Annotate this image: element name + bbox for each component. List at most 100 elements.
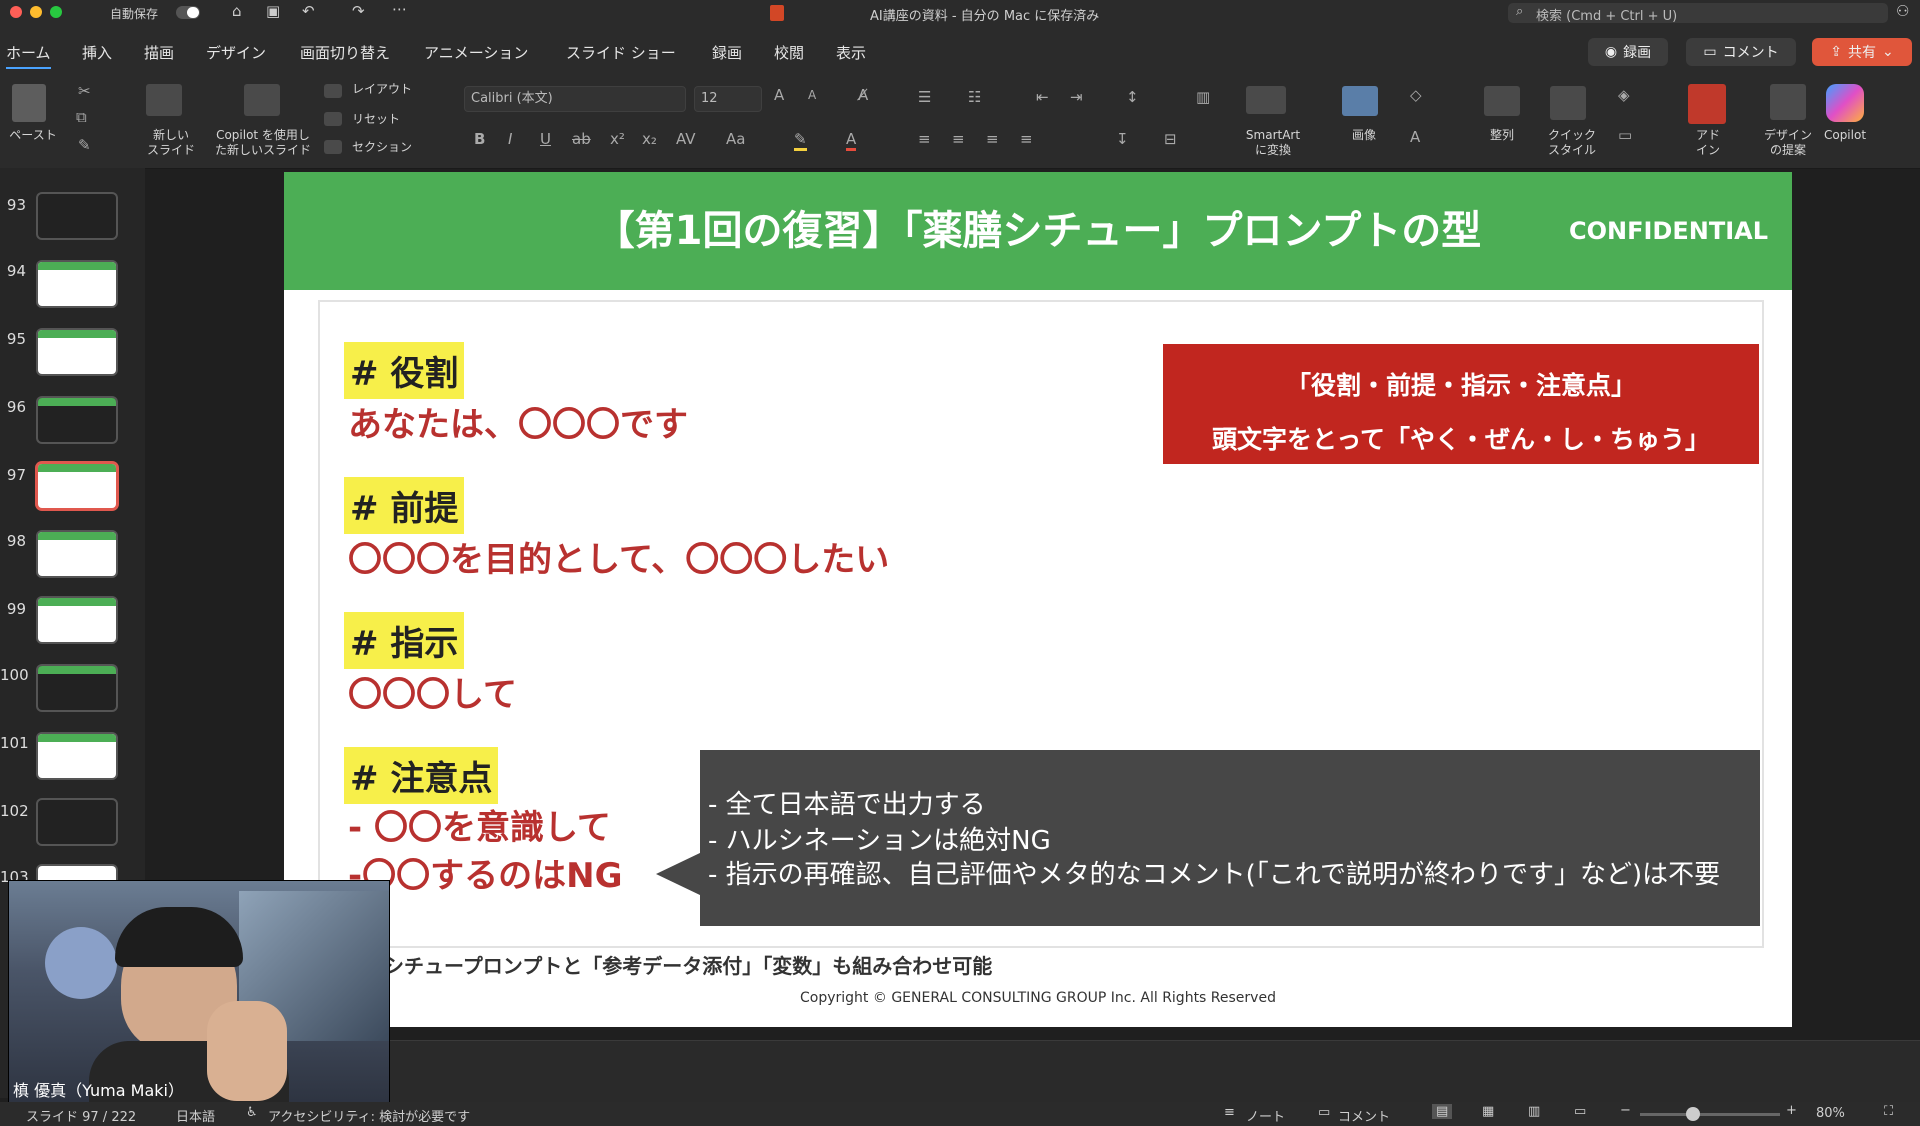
italic-icon[interactable]: I	[508, 130, 512, 148]
slide-thumbnail[interactable]	[38, 532, 116, 576]
char-spacing-icon[interactable]: AV	[676, 130, 696, 148]
increase-font-icon[interactable]: A	[774, 86, 784, 104]
bold-icon[interactable]: B	[474, 130, 485, 148]
arrange-button[interactable]: 整列	[1482, 128, 1522, 143]
slide-thumbnail[interactable]	[38, 194, 116, 238]
paste-button[interactable]: ペースト	[4, 128, 62, 143]
more-icon[interactable]: ⋯	[392, 0, 407, 18]
slide-thumbnail[interactable]	[38, 330, 116, 374]
document-title[interactable]: AI講座の資料 - 自分の Mac に保存済み	[870, 5, 1099, 24]
role-heading[interactable]: # 役割	[344, 342, 465, 399]
new-slide-button[interactable]: 新しい スライド	[138, 128, 204, 158]
record-button[interactable]: ◉ 録画	[1588, 38, 1668, 66]
slide-title[interactable]: 【第1回の復習】「薬膳シチュー」プロンプトの型	[284, 172, 1792, 290]
close-window-button[interactable]	[10, 6, 22, 18]
tab-draw[interactable]: 描画	[144, 42, 174, 63]
quick-style-button[interactable]: クイック スタイル	[1542, 128, 1602, 158]
format-painter-icon[interactable]: ✎	[78, 136, 91, 154]
columns-icon[interactable]: ▥	[1196, 88, 1210, 106]
save-icon[interactable]: ▣	[266, 2, 280, 20]
slide-thumbnail[interactable]	[38, 666, 116, 710]
fit-to-window-icon[interactable]: ⛶	[1884, 1104, 1893, 1119]
align-text-icon[interactable]: ⊟	[1164, 130, 1177, 148]
accessibility-status[interactable]: アクセシビリティ: 検討が必要です	[268, 1106, 470, 1125]
share-button[interactable]: ⇪ 共有 ⌄	[1812, 38, 1912, 66]
reset-button[interactable]: リセット	[352, 112, 400, 127]
instruction-heading[interactable]: # 指示	[344, 612, 465, 669]
smartart-button[interactable]: SmartArt に変換	[1236, 128, 1310, 158]
autosave-toggle[interactable]	[176, 6, 200, 19]
shapes-icon[interactable]: ◇	[1410, 86, 1422, 104]
subscript-icon[interactable]: x₂	[642, 130, 657, 148]
slide-thumbnail[interactable]	[38, 598, 116, 642]
comments-button[interactable]: コメント	[1338, 1106, 1390, 1125]
layout-button[interactable]: レイアウト	[352, 82, 412, 97]
slide-thumbnail[interactable]	[38, 398, 116, 442]
slide-canvas[interactable]: 【第1回の復習】「薬膳シチュー」プロンプトの型 CONFIDENTIAL # 役…	[284, 172, 1792, 1027]
copilot-slide-icon[interactable]	[244, 84, 280, 116]
section-button[interactable]: セクション	[352, 140, 412, 155]
zoom-in-icon[interactable]: +	[1786, 1103, 1797, 1118]
search-box[interactable]: ⌕ 検索 (Cmd + Ctrl + U)	[1508, 3, 1888, 24]
increase-indent-icon[interactable]: ⇥	[1070, 88, 1083, 106]
textbox-icon[interactable]: A	[1410, 128, 1420, 146]
tab-view[interactable]: 表示	[836, 42, 866, 63]
account-icon[interactable]: ⚇	[1896, 2, 1909, 20]
slide-thumbnail[interactable]	[38, 262, 116, 306]
premise-heading[interactable]: # 前提	[344, 477, 465, 534]
cut-icon[interactable]: ✂	[78, 82, 91, 100]
notes-button[interactable]: ノート	[1246, 1106, 1285, 1125]
slide-thumbnail[interactable]	[38, 734, 116, 778]
slide-sorter-icon[interactable]: ▦	[1482, 1104, 1494, 1119]
role-text[interactable]: あなたは、〇〇〇です	[348, 397, 688, 446]
copy-icon[interactable]: ⧉	[76, 108, 87, 126]
reading-view-icon[interactable]: ▥	[1528, 1104, 1540, 1119]
redo-icon[interactable]: ↷	[352, 2, 365, 20]
font-name-select[interactable]: Calibri (本文)	[464, 86, 686, 112]
line-spacing-icon[interactable]: ↕	[1126, 88, 1139, 106]
tab-review[interactable]: 校閲	[774, 42, 804, 63]
premise-text[interactable]: 〇〇〇を目的として、〇〇〇したい	[348, 532, 889, 581]
notes-pane[interactable]	[145, 1040, 1920, 1103]
zoom-out-icon[interactable]: −	[1620, 1103, 1631, 1118]
slide-thumbnail[interactable]	[38, 800, 116, 844]
tab-record[interactable]: 録画	[712, 42, 742, 63]
search-input[interactable]: 検索 (Cmd + Ctrl + U)	[1536, 5, 1677, 24]
decrease-font-icon[interactable]: A	[808, 88, 816, 102]
zoom-slider-thumb[interactable]	[1686, 1107, 1700, 1121]
minimize-window-button[interactable]	[30, 6, 42, 18]
font-color-icon[interactable]: A	[846, 130, 857, 151]
text-direction-icon[interactable]: ↧	[1116, 130, 1129, 148]
shape-fill-icon[interactable]: ◈	[1618, 86, 1630, 104]
bullets-icon[interactable]: ☰	[918, 88, 931, 106]
paste-icon[interactable]	[12, 84, 46, 122]
acronym-callout[interactable]: 「役割・前提・指示・注意点」 頭文字をとって「やく・ぜん・し・ちゅう」	[1163, 344, 1759, 464]
slide-footnote[interactable]: シチュープロンプトと「参考データ添付」「変数」も組み合わせ可能	[384, 950, 992, 979]
highlight-icon[interactable]: ✎	[794, 130, 807, 151]
superscript-icon[interactable]: x²	[610, 130, 625, 148]
decrease-indent-icon[interactable]: ⇤	[1036, 88, 1049, 106]
addins-button[interactable]: アド イン	[1688, 128, 1728, 158]
slideshow-icon[interactable]: ▭	[1574, 1104, 1586, 1119]
underline-icon[interactable]: U	[540, 130, 551, 148]
home-icon[interactable]: ⌂	[232, 2, 242, 20]
align-left-icon[interactable]: ≡	[918, 130, 931, 148]
justify-icon[interactable]: ≡	[1020, 130, 1033, 148]
tab-animations[interactable]: アニメーション	[424, 42, 528, 63]
align-right-icon[interactable]: ≡	[986, 130, 999, 148]
tab-insert[interactable]: 挿入	[82, 42, 112, 63]
tab-design[interactable]: デザイン	[206, 42, 266, 63]
language-label[interactable]: 日本語	[176, 1106, 215, 1125]
tab-slideshow[interactable]: スライド ショー	[566, 42, 676, 63]
strikethrough-icon[interactable]: ab	[572, 130, 591, 148]
caution-line[interactable]: - 〇〇を意識して	[348, 800, 611, 849]
align-center-icon[interactable]: ≡	[952, 130, 965, 148]
clear-format-icon[interactable]: A̸	[858, 86, 868, 104]
zoom-level[interactable]: 80%	[1816, 1106, 1845, 1121]
copilot-new-slide-button[interactable]: Copilot を使用し た新しいスライド	[208, 128, 318, 158]
font-size-select[interactable]: 12	[694, 86, 762, 112]
undo-icon[interactable]: ↶	[302, 2, 315, 20]
new-slide-icon[interactable]	[146, 84, 182, 116]
image-button[interactable]: 画像	[1344, 128, 1384, 143]
tab-transitions[interactable]: 画面切り替え	[300, 42, 390, 63]
